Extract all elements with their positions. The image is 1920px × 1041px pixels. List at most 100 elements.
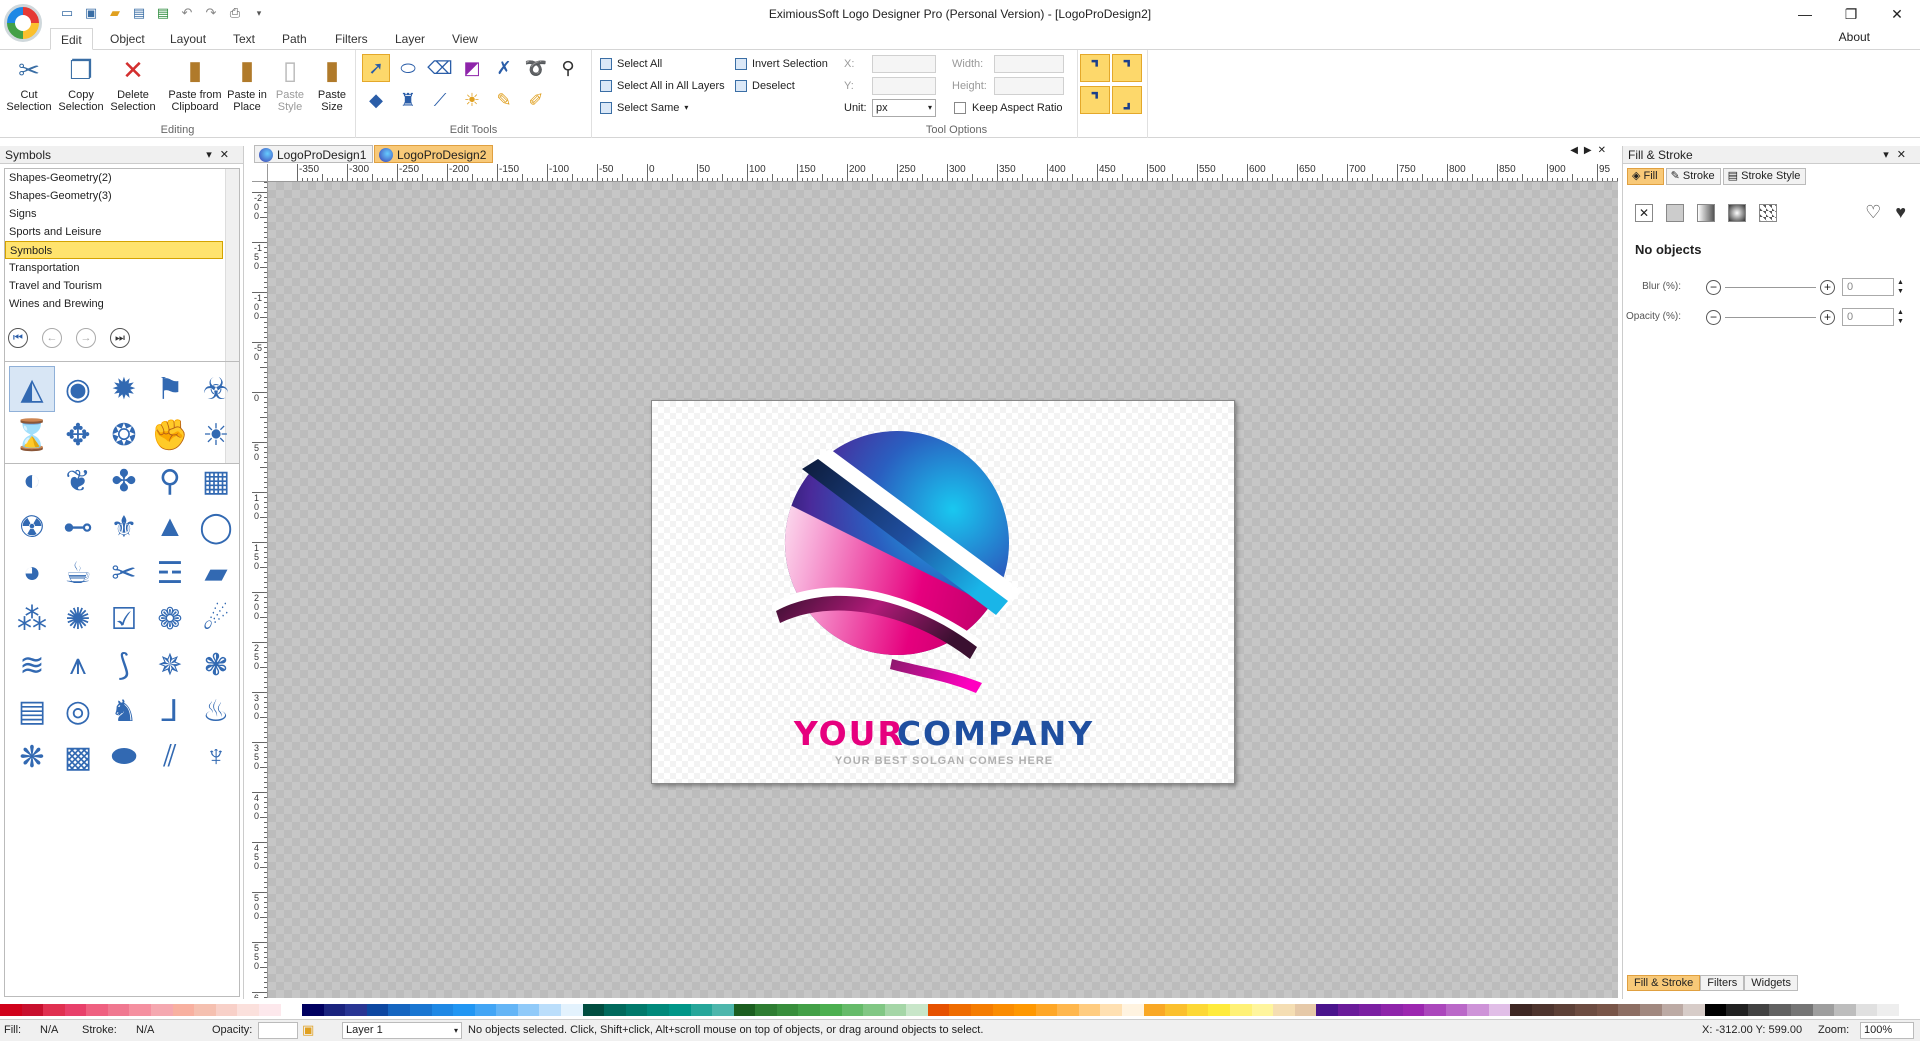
color-swatch[interactable] — [690, 1004, 713, 1016]
color-swatch[interactable] — [1488, 1004, 1511, 1016]
plus-icon[interactable]: + — [1820, 310, 1835, 325]
category-item-selected[interactable]: Symbols — [5, 241, 223, 259]
next-icon[interactable]: → — [76, 328, 96, 348]
color-swatch[interactable] — [258, 1004, 281, 1016]
align-bottom-right-icon[interactable]: ⌟ — [1112, 86, 1142, 114]
category-item[interactable]: Signs — [5, 205, 223, 223]
lasso-icon[interactable]: ➰ — [522, 54, 550, 82]
no-fill-icon[interactable]: ✕ — [1635, 204, 1653, 222]
color-swatch[interactable] — [1402, 1004, 1425, 1016]
color-swatch[interactable] — [194, 1004, 216, 1016]
tab-fill[interactable]: ◈ Fill — [1627, 168, 1664, 185]
symbol-item[interactable]: ⚑ — [147, 366, 193, 412]
symbol-item[interactable]: ⅃ — [147, 688, 193, 734]
color-swatch[interactable] — [712, 1004, 734, 1016]
horizontal-ruler[interactable]: -350 -300 -250 -200 -150 -100 -50 0 50 100 150 200 2… — [268, 164, 1618, 182]
color-swatch[interactable] — [237, 1004, 259, 1016]
symbol-item[interactable]: ✹ — [101, 366, 147, 412]
logo-company-name[interactable]: YOURCOMPANY — [652, 714, 1236, 753]
paste-from-clipboard-button[interactable]: ▮ Paste from Clipboard — [164, 54, 226, 113]
color-swatch[interactable] — [1812, 1004, 1835, 1016]
symbol-item[interactable]: ❃ — [193, 642, 239, 688]
bulb-icon[interactable]: ☀ — [458, 86, 486, 114]
color-swatch[interactable] — [992, 1004, 1015, 1016]
height-field[interactable] — [994, 77, 1064, 95]
category-item[interactable]: Transportation — [5, 259, 223, 277]
color-swatch[interactable] — [1704, 1004, 1727, 1016]
tab-view[interactable]: View — [442, 28, 488, 50]
category-item[interactable]: Travel and Tourism — [5, 277, 223, 295]
symbol-item[interactable]: ✵ — [147, 642, 193, 688]
symbol-item[interactable]: ⚲ — [147, 458, 193, 504]
document-tab-active[interactable]: LogoProDesign2 — [374, 145, 494, 163]
last-icon[interactable]: ⏭ — [110, 328, 130, 348]
color-swatch[interactable] — [1078, 1004, 1101, 1016]
color-swatch[interactable] — [863, 1004, 885, 1016]
color-swatch[interactable] — [1855, 1004, 1878, 1016]
color-swatch[interactable] — [431, 1004, 454, 1016]
vertical-ruler[interactable]: -250-200-150-100-50050100150200250300350… — [252, 182, 268, 998]
select-arrow-icon[interactable]: ➚ — [362, 54, 390, 82]
flat-color-icon[interactable] — [1666, 204, 1684, 222]
category-item[interactable]: Sports and Leisure — [5, 223, 223, 241]
chevron-down-icon[interactable]: ▾ — [206, 149, 220, 161]
color-swatch[interactable] — [1834, 1004, 1856, 1016]
color-swatch[interactable] — [1532, 1004, 1554, 1016]
symbol-item[interactable]: ▲ — [147, 504, 193, 550]
color-swatch[interactable] — [129, 1004, 152, 1016]
symbol-item[interactable]: ◯ — [193, 504, 239, 550]
color-swatch[interactable] — [302, 1004, 324, 1016]
color-swatch[interactable] — [1057, 1004, 1079, 1016]
symbol-item[interactable]: ◎ — [55, 688, 101, 734]
fill-rule-nonzero-icon[interactable]: ♥ — [1895, 202, 1906, 223]
close-icon[interactable]: ✕ — [1874, 0, 1920, 28]
color-swatch[interactable] — [1381, 1004, 1403, 1016]
fill-rule-evenodd-icon[interactable]: ♡ — [1865, 202, 1881, 223]
color-swatch[interactable] — [1877, 1004, 1899, 1016]
color-swatch[interactable] — [0, 1004, 22, 1016]
opacity-slider[interactable] — [1725, 317, 1816, 318]
copy-selection-button[interactable]: ❐ Copy Selection — [56, 54, 106, 113]
tab-layer[interactable]: Layer — [385, 28, 435, 50]
color-swatch[interactable] — [1596, 1004, 1619, 1016]
minimize-icon[interactable]: — — [1782, 0, 1828, 28]
color-swatch[interactable] — [949, 1004, 972, 1016]
category-item[interactable]: Shapes-Geometry(2) — [5, 169, 223, 187]
color-swatch[interactable] — [1769, 1004, 1791, 1016]
tab-stroke-style[interactable]: ▤ Stroke Style — [1722, 168, 1807, 185]
pattern-icon[interactable] — [1759, 204, 1777, 222]
close-icon[interactable]: ✕ — [220, 149, 237, 161]
tab-filters[interactable]: Filters — [325, 28, 378, 50]
minus-icon[interactable]: − — [1706, 280, 1721, 295]
color-swatch[interactable] — [1316, 1004, 1338, 1016]
color-swatch[interactable] — [1251, 1004, 1274, 1016]
color-swatch[interactable] — [345, 1004, 367, 1016]
shape-edit-icon[interactable]: ⬭ — [394, 54, 422, 82]
tab-edit[interactable]: Edit — [50, 28, 93, 50]
x-field[interactable] — [872, 55, 936, 73]
category-item[interactable]: Wines and Brewing — [5, 295, 223, 313]
align-top-right-icon[interactable]: ⌝ — [1112, 54, 1142, 82]
keep-aspect-ratio-checkbox[interactable]: Keep Aspect Ratio — [954, 102, 1063, 114]
color-swatch[interactable] — [647, 1004, 669, 1016]
select-same-button[interactable]: Select Same ▾ — [600, 101, 688, 115]
crop-icon[interactable]: ✗ — [490, 54, 518, 82]
eraser-icon[interactable]: ⌫ — [426, 54, 454, 82]
invert-selection-button[interactable]: Invert Selection — [735, 57, 828, 71]
color-swatch[interactable] — [733, 1004, 756, 1016]
color-swatch[interactable] — [776, 1004, 799, 1016]
unit-select[interactable]: px ▾ — [872, 99, 936, 117]
color-swatch[interactable] — [1208, 1004, 1230, 1016]
cut-selection-button[interactable]: ✂ Cut Selection — [4, 54, 54, 113]
color-swatch[interactable] — [1424, 1004, 1446, 1016]
color-swatch[interactable] — [453, 1004, 475, 1016]
close-icon[interactable]: ✕ — [1598, 145, 1612, 156]
scroll-left-icon[interactable]: ◀ — [1570, 145, 1584, 156]
minus-icon[interactable]: − — [1706, 310, 1721, 325]
color-swatch[interactable] — [1553, 1004, 1576, 1016]
symbol-item[interactable]: ✥ — [55, 412, 101, 458]
opacity-value-field[interactable]: 0 — [1842, 308, 1894, 326]
symbol-item[interactable]: ✂ — [101, 550, 147, 596]
spinner-icon[interactable]: ▲ ▼ — [1897, 308, 1904, 326]
spray-icon[interactable]: ♜ — [394, 86, 422, 114]
